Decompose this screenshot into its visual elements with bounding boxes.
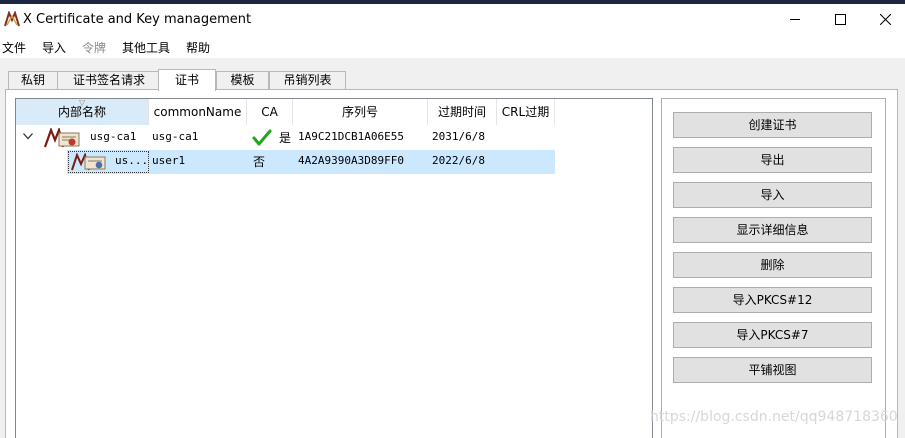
delete-button[interactable]: 删除 (673, 252, 872, 278)
menu-token[interactable]: 令牌 (82, 39, 106, 56)
maximize-button[interactable] (818, 4, 863, 35)
sort-indicator-icon: ▽ (79, 99, 86, 107)
common-name-cell: user1 (152, 154, 186, 167)
menu-bar: 文件 导入 令牌 其他工具 帮助 (0, 35, 905, 58)
import-button[interactable]: 导入 (673, 182, 872, 208)
create-certificate-button[interactable]: 创建证书 (673, 112, 872, 138)
column-header-internal-name[interactable]: ▽ 内部名称 (16, 99, 149, 125)
minimize-icon (790, 19, 800, 20)
tab-private-keys[interactable]: 私钥 (8, 71, 58, 90)
menu-other-tools[interactable]: 其他工具 (122, 39, 170, 56)
export-button[interactable]: 导出 (673, 147, 872, 173)
import-pkcs12-button[interactable]: 导入PKCS#12 (673, 287, 872, 313)
serial-cell: 4A2A9390A3D89FF0 (298, 154, 404, 167)
menu-import[interactable]: 导入 (42, 39, 66, 56)
maximize-icon (835, 14, 846, 25)
ca-certificate-icon (43, 128, 80, 148)
window-title: X Certificate and Key management (23, 12, 252, 27)
tab-certificates[interactable]: 证书 (158, 69, 216, 91)
minimize-button[interactable] (773, 4, 818, 35)
common-name-cell: usg-ca1 (152, 130, 199, 143)
table-row[interactable]: usg-ca1 usg-ca1 是 1A9C21DCB1A06E55 2031/… (16, 126, 576, 148)
import-pkcs7-button[interactable]: 导入PKCS#7 (673, 322, 872, 348)
expiry-cell: 2031/6/8 (432, 130, 485, 143)
show-details-button[interactable]: 显示详细信息 (673, 217, 872, 243)
certificate-icon (71, 153, 106, 171)
menu-file[interactable]: 文件 (2, 39, 26, 56)
tab-revocation-lists[interactable]: 吊销列表 (269, 71, 346, 90)
column-header-commonname[interactable]: commonName (149, 99, 247, 125)
serial-cell: 1A9C21DCB1A06E55 (298, 130, 404, 143)
column-header-crl-expiry[interactable]: CRL过期 (497, 99, 555, 125)
ca-value-cell: 是 (279, 131, 292, 145)
column-header-serial[interactable]: 序列号 (293, 99, 428, 125)
menu-help[interactable]: 帮助 (186, 39, 210, 56)
title-bar[interactable]: X Certificate and Key management (0, 4, 905, 35)
internal-name-cell: usg-ca1 (90, 130, 137, 143)
close-icon (880, 14, 891, 25)
tab-csr[interactable]: 证书签名请求 (57, 71, 161, 90)
column-header-ca[interactable]: CA (247, 99, 293, 125)
ca-value-cell: 否 (253, 155, 266, 169)
close-button[interactable] (863, 4, 905, 35)
internal-name-cell: us... (115, 154, 147, 167)
app-icon (4, 11, 20, 27)
expiry-cell: 2022/6/8 (432, 154, 485, 167)
column-header-expiry[interactable]: 过期时间 (428, 99, 497, 125)
ca-check-icon (252, 129, 272, 146)
certificate-tree[interactable]: ▽ 内部名称 commonName CA 序列号 过期时间 CRL过期 usg-… (15, 98, 653, 438)
chevron-down-icon[interactable] (23, 133, 33, 140)
tab-templates[interactable]: 模板 (216, 71, 269, 90)
watermark-text: https://blog.csdn.net/qq948718360 (650, 409, 898, 425)
tile-view-button[interactable]: 平铺视图 (673, 357, 872, 383)
table-row-selected[interactable]: us... user1 否 4A2A9390A3D89FF0 2022/6/8 (67, 150, 555, 174)
